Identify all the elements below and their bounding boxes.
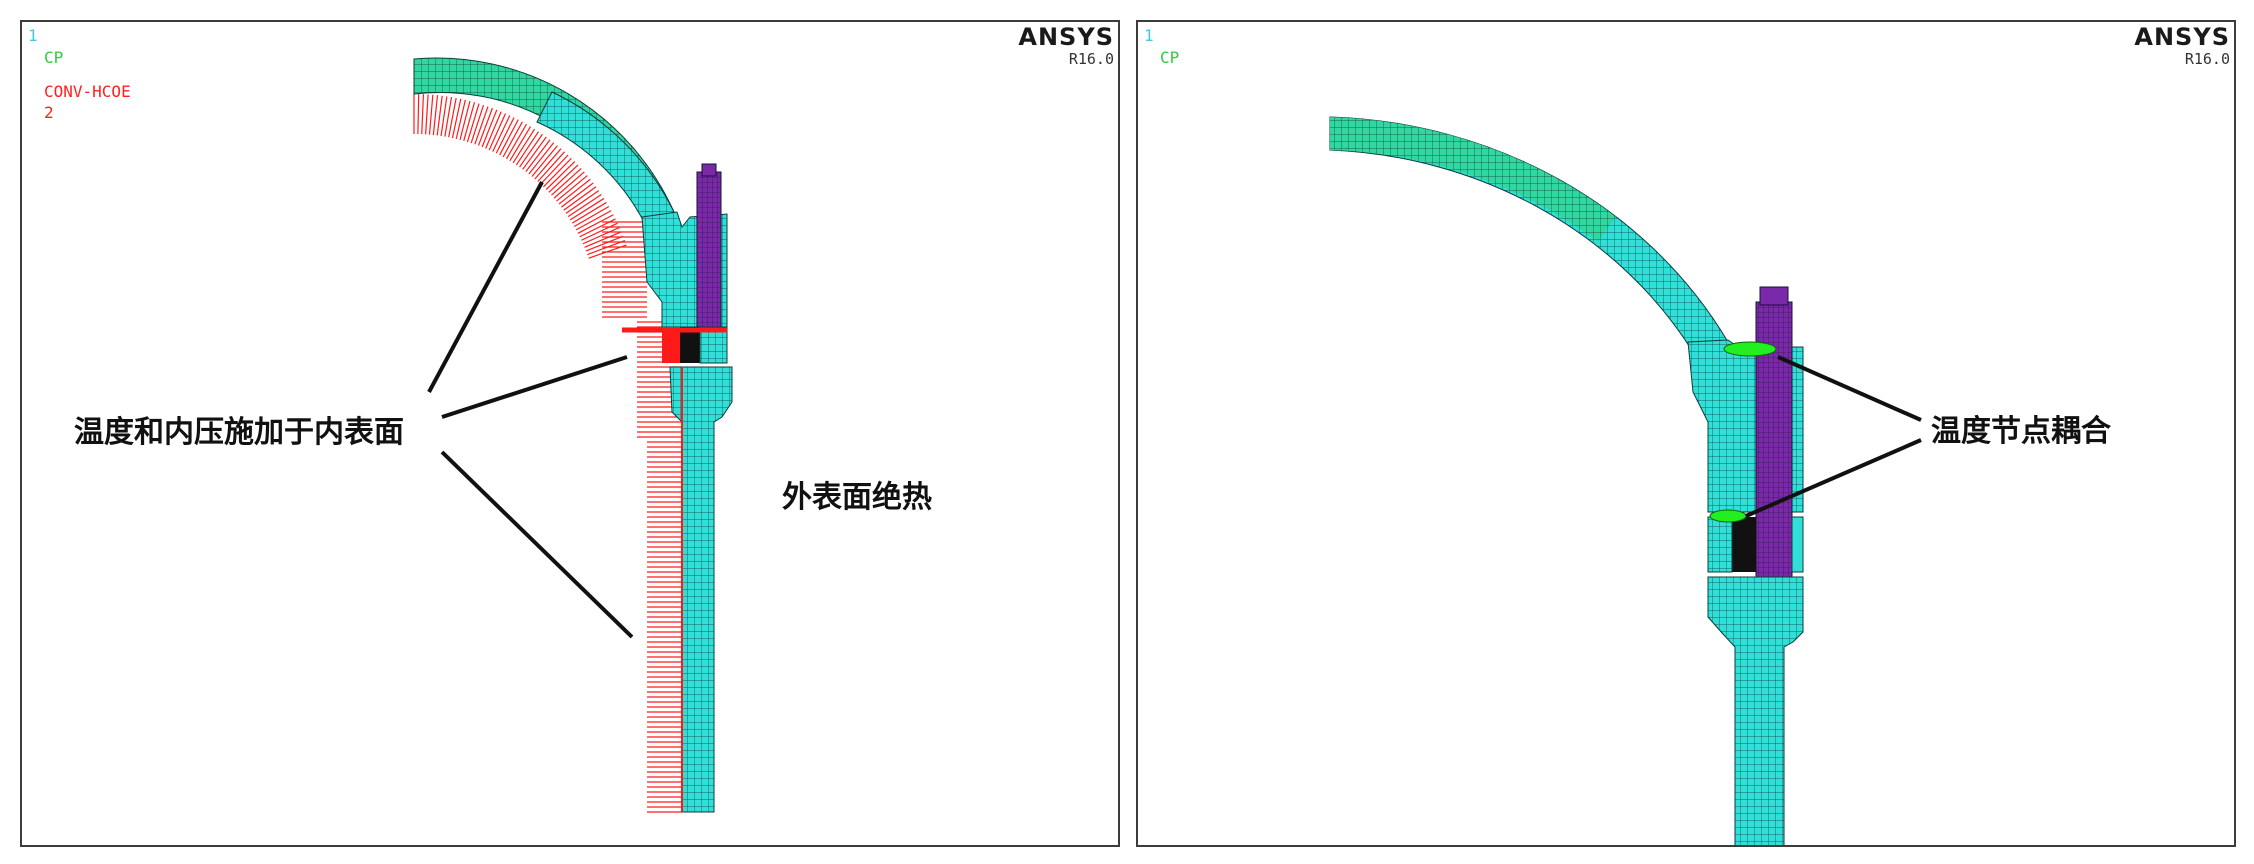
callout-pointers <box>427 181 634 639</box>
gasket <box>1732 517 1756 572</box>
temperature-coupling-label: 温度节点耦合 <box>1931 414 2111 449</box>
coupling-marker-bottom <box>1709 509 1747 523</box>
outer-surface-label: 外表面绝热 <box>782 480 932 515</box>
inner-surface-label: 温度和内压施加于内表面 <box>74 415 404 450</box>
left-viewport: 1 CP CONV-HCOE 2 ANSYS R16.0 温度和内压施加于内表面… <box>20 20 1120 847</box>
coupling-marker-top <box>1723 341 1777 357</box>
right-viewport: 1 CP ANSYS R16.0 温度节点耦合 <box>1136 20 2236 847</box>
